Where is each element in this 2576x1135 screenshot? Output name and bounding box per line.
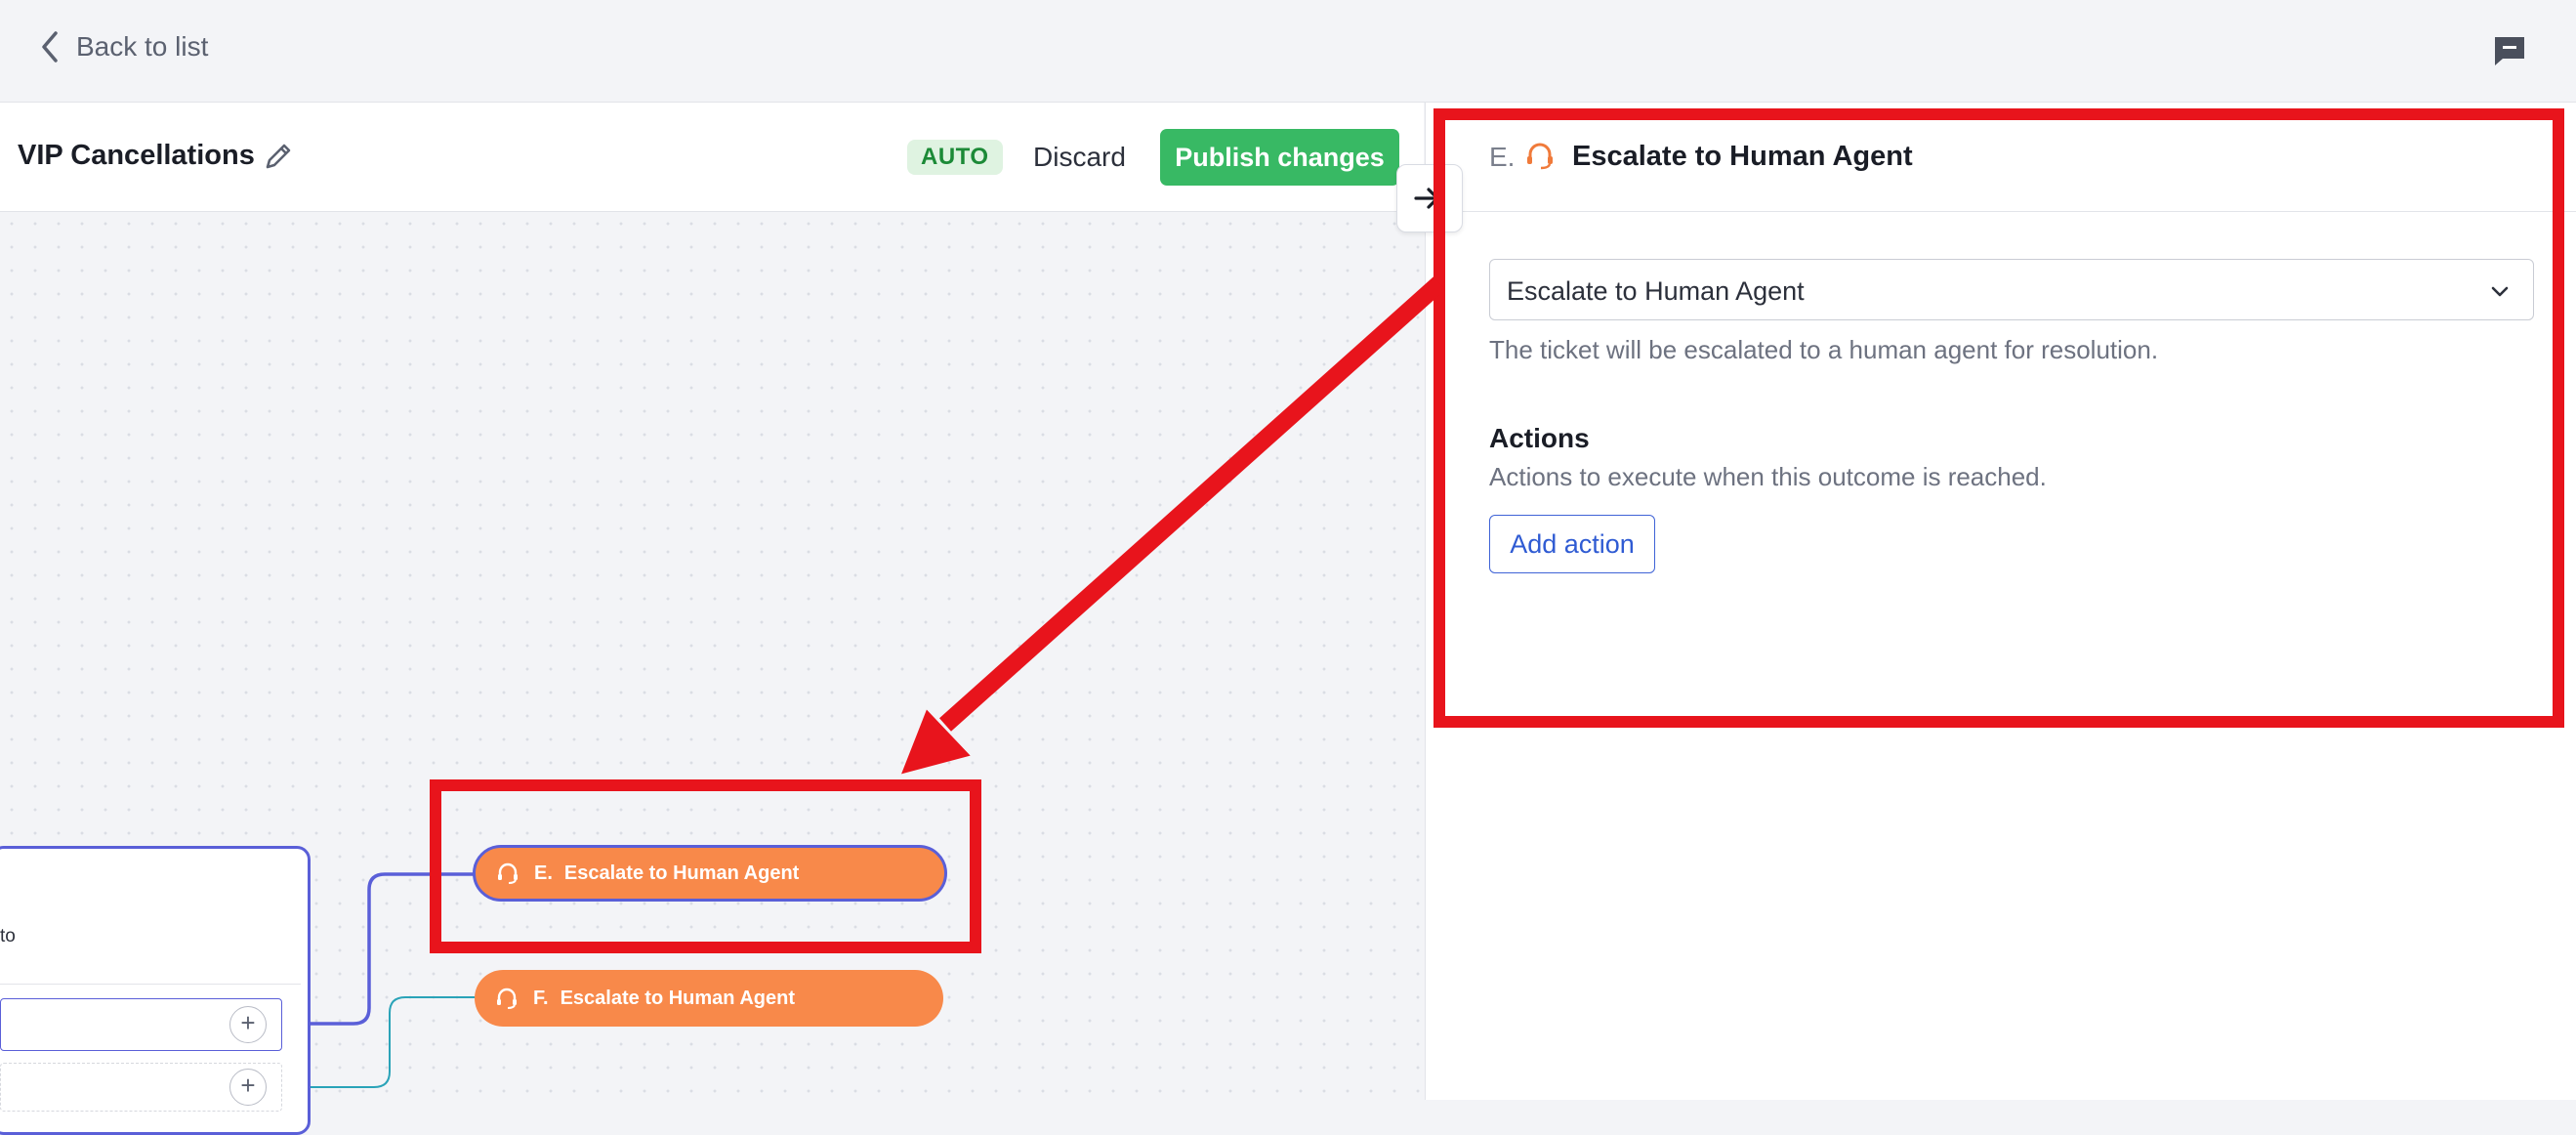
headset-icon (498, 862, 518, 884)
publish-changes-button[interactable]: Publish changes (1160, 129, 1399, 186)
decision-node-text: to (0, 926, 16, 946)
panel-title: Escalate to Human Agent (1572, 141, 1913, 172)
node-e-label: Escalate to Human Agent (563, 862, 800, 884)
actions-description: Actions to execute when this outcome is … (1489, 462, 2047, 491)
auto-mode-badge: AUTO (907, 140, 1003, 175)
back-to-list-link[interactable]: Back to list (37, 29, 208, 64)
node-f-letter: F. (533, 987, 549, 1009)
actions-heading: Actions (1489, 423, 1590, 453)
collapse-panel-button[interactable] (1396, 164, 1463, 232)
outcome-description: The ticket will be escalated to a human … (1489, 335, 2159, 364)
outcome-node-e[interactable]: E. Escalate to Human Agent (473, 845, 947, 902)
discard-button[interactable]: Discard (1033, 142, 1126, 173)
card-divider (0, 984, 301, 985)
add-action-button[interactable]: Add action (1489, 515, 1655, 573)
outcome-type-select[interactable]: Escalate to Human Agent (1489, 259, 2534, 320)
headset-icon (1527, 143, 1553, 170)
pencil-icon[interactable] (262, 140, 295, 173)
panel-header: E. Escalate to Human Agent (1426, 103, 2576, 212)
add-branch-button-2[interactable]: + (229, 1069, 267, 1106)
node-e-letter: E. (534, 862, 553, 884)
flow-title: VIP Cancellations (18, 140, 255, 171)
arrow-right-icon (1414, 186, 1443, 211)
headset-icon (497, 988, 517, 1009)
chevron-left-icon (42, 31, 58, 63)
editor-header: VIP Cancellations AUTO Discard Publish c… (0, 103, 1424, 212)
node-f-label: Escalate to Human Agent (560, 987, 795, 1009)
outcome-select-value: Escalate to Human Agent (1507, 276, 1805, 306)
chat-icon[interactable] (2492, 33, 2527, 68)
panel-outcome-letter: E. (1489, 142, 1516, 172)
outcome-details-panel: E. Escalate to Human Agent Escalate to H… (1425, 103, 2576, 1100)
top-bar: Back to list (0, 0, 2576, 103)
outcome-node-f[interactable]: F. Escalate to Human Agent (475, 970, 943, 1027)
add-branch-button[interactable]: + (229, 1006, 267, 1043)
chevron-down-icon (2491, 286, 2509, 297)
back-to-list-label: Back to list (76, 31, 209, 62)
